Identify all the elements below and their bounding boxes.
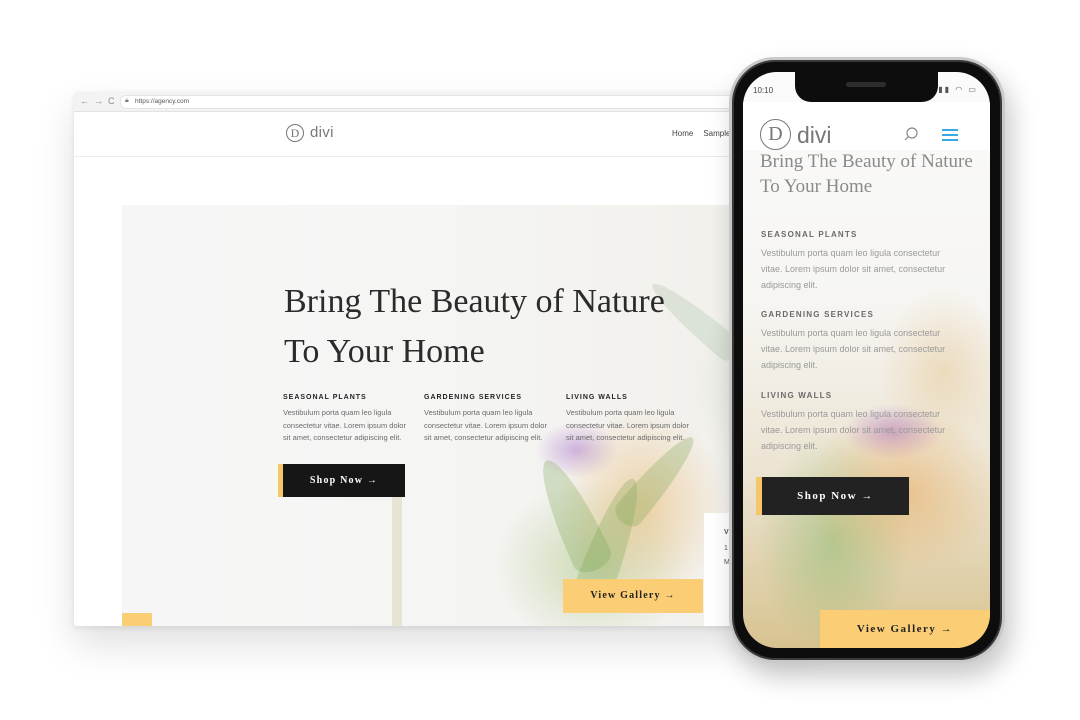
lock-icon: 🔒︎ xyxy=(125,97,129,104)
mobile-feature-seasonal-plants: SEASONAL PLANTS Vestibulum porta quam le… xyxy=(761,230,961,293)
phone-notch xyxy=(795,72,938,102)
info-card-line: 1 xyxy=(724,545,728,552)
reload-icon[interactable]: C xyxy=(108,95,115,107)
feature-text: Vestibulum porta quam leo ligula consect… xyxy=(424,408,547,442)
feature-title: GARDENING SERVICES xyxy=(761,310,875,319)
hero-title: Bring The Beauty of Nature To Your Home xyxy=(284,283,665,370)
mobile-feature-living-walls: LIVING WALLS Vestibulum porta quam leo l… xyxy=(761,391,961,454)
address-bar[interactable]: 🔒︎ https://agency.com xyxy=(120,95,762,109)
feature-title: SEASONAL PLANTS xyxy=(283,394,367,401)
feature-title: SEASONAL PLANTS xyxy=(761,230,858,239)
mobile-shop-now-button[interactable]: Shop Now → xyxy=(762,477,909,515)
mobile-feature-gardening-services: GARDENING SERVICES Vestibulum porta quam… xyxy=(761,310,961,373)
plant-stem-shape xyxy=(392,475,402,626)
menu-item-sample[interactable]: Sample xyxy=(703,129,730,138)
site-header: D divi Home Sample xyxy=(74,112,816,157)
speaker-grille xyxy=(846,82,886,87)
logo-text[interactable]: divi xyxy=(310,124,334,142)
feature-text: Vestibulum porta quam leo ligula consect… xyxy=(566,408,689,442)
shop-now-button[interactable]: Shop Now → xyxy=(283,464,405,497)
info-card-line: V xyxy=(724,529,729,536)
feature-title: LIVING WALLS xyxy=(566,394,628,401)
feature-living-walls: LIVING WALLS Vestibulum porta quam leo l… xyxy=(566,394,694,445)
feature-seasonal-plants: SEASONAL PLANTS Vestibulum porta quam le… xyxy=(283,394,411,445)
signal-wifi-battery-icon: ▮▮ ◠ ▭ xyxy=(938,85,978,94)
browser-toolbar: ← → C 🔒︎ https://agency.com xyxy=(74,92,816,112)
view-gallery-button[interactable]: View Gallery → xyxy=(563,579,703,613)
mobile-site-header: D divi xyxy=(743,102,990,150)
logo-text[interactable]: divi xyxy=(797,122,832,148)
back-arrow-icon[interactable]: ← xyxy=(80,95,89,107)
feature-text: Vestibulum porta quam leo ligula consect… xyxy=(283,408,406,442)
menu-item-home[interactable]: Home xyxy=(672,129,693,138)
accent-block xyxy=(122,613,152,626)
desktop-browser-window: ← → C 🔒︎ https://agency.com D divi Home S… xyxy=(74,92,816,626)
feature-text: Vestibulum porta quam leo ligula consect… xyxy=(761,409,946,451)
feature-title: LIVING WALLS xyxy=(761,391,833,400)
phone-device: 10:10 ▮▮ ◠ ▭ D divi Bring The Beauty of … xyxy=(729,57,1005,663)
divi-logo-icon[interactable]: D xyxy=(286,124,304,142)
feature-text: Vestibulum porta quam leo ligula consect… xyxy=(761,248,946,290)
hamburger-menu-icon[interactable] xyxy=(942,129,958,141)
hero-section: Bring The Beauty of Nature To Your Home … xyxy=(122,205,816,626)
search-icon[interactable] xyxy=(903,125,919,145)
feature-text: Vestibulum porta quam leo ligula consect… xyxy=(761,328,946,370)
status-time: 10:10 xyxy=(753,86,774,95)
feature-title: GARDENING SERVICES xyxy=(424,394,522,401)
mobile-view-gallery-button[interactable]: View Gallery → xyxy=(820,610,990,648)
feature-gardening-services: GARDENING SERVICES Vestibulum porta quam… xyxy=(424,394,552,445)
divi-logo-icon[interactable]: D xyxy=(760,119,791,150)
forward-arrow-icon[interactable]: → xyxy=(94,95,103,107)
phone-screen: 10:10 ▮▮ ◠ ▭ D divi Bring The Beauty of … xyxy=(743,72,990,648)
mobile-hero-title: Bring The Beauty of Nature To Your Home xyxy=(760,151,973,197)
address-url: https://agency.com xyxy=(135,98,190,105)
